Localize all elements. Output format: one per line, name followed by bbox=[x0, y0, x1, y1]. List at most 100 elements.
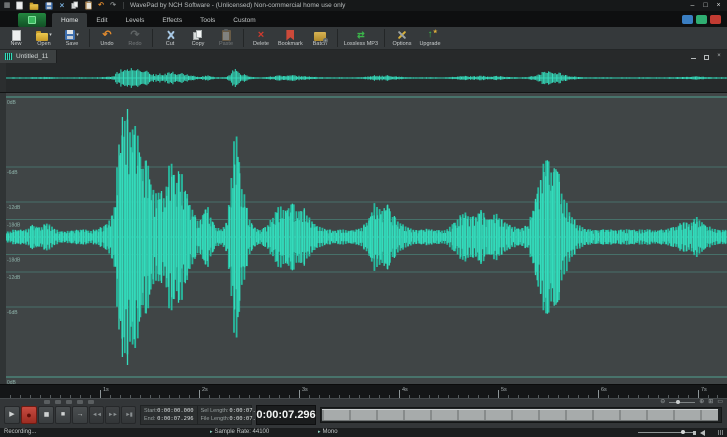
toolbar-separator bbox=[243, 29, 244, 47]
suite-app-icon-blue[interactable] bbox=[682, 15, 693, 24]
end-label: End: bbox=[144, 415, 155, 423]
fast-forward-button[interactable]: ►► bbox=[105, 406, 120, 424]
record-button[interactable]: ● bbox=[21, 406, 37, 424]
ruler-second-label: 4s bbox=[402, 387, 408, 393]
timeline-ruler[interactable]: 1s2s3s4s5s6s7s bbox=[0, 384, 727, 398]
start-label: Start: bbox=[144, 407, 157, 415]
window-title: WavePad by NCH Software - (Unlicensed) N… bbox=[130, 2, 345, 9]
open-file-icon[interactable] bbox=[28, 1, 40, 10]
start-value: 0:00:00.000 bbox=[157, 407, 193, 415]
mini-toolbar-icon[interactable] bbox=[77, 400, 83, 404]
horizontal-scrollbar[interactable] bbox=[320, 407, 722, 423]
cut-button[interactable]: Cut bbox=[156, 27, 184, 49]
zoom-out-icon[interactable]: ⊖ bbox=[660, 399, 665, 406]
tab-effects[interactable]: Effects bbox=[153, 13, 191, 27]
skip-forward-button[interactable]: → bbox=[72, 406, 88, 424]
undo-icon[interactable]: ↶ bbox=[97, 1, 105, 10]
speaker-icon[interactable] bbox=[700, 430, 705, 436]
save-button[interactable]: ▾ Save bbox=[58, 27, 86, 49]
toolbar-separator bbox=[89, 29, 90, 47]
ruler-second-label: 1s bbox=[103, 387, 109, 393]
child-restore-button[interactable] bbox=[702, 53, 710, 60]
transport-controls: ▶ ● ▮▮ ■ → ◄◄ ►► ►▮ bbox=[4, 406, 136, 424]
document-tab-bar: Untitled_11 × bbox=[0, 50, 727, 63]
ruler-second-label: 6s bbox=[601, 387, 607, 393]
rewind-button[interactable]: ◄◄ bbox=[89, 406, 104, 424]
copy-button[interactable]: Copy bbox=[184, 27, 212, 49]
child-minimize-button[interactable] bbox=[689, 53, 697, 60]
options-button[interactable]: Options bbox=[388, 27, 416, 49]
new-button[interactable]: New bbox=[2, 27, 30, 49]
clipboard-icon bbox=[85, 2, 91, 10]
undo-button[interactable]: ↶ Undo bbox=[93, 27, 121, 49]
channels-selector[interactable]: ▸Mono bbox=[318, 428, 338, 437]
separator bbox=[123, 2, 124, 9]
redo-arrow-icon: ↷ bbox=[130, 29, 139, 41]
mini-toolbar-icon[interactable] bbox=[66, 400, 72, 404]
batch-button[interactable]: Batch bbox=[306, 27, 334, 49]
zoom-fit-icon[interactable]: ▭ bbox=[717, 399, 723, 406]
mini-toolbar-icon[interactable] bbox=[44, 400, 50, 404]
title-bar: ▦ × ↶ ↷ WavePad by NCH Software - (Unlic… bbox=[0, 0, 727, 11]
redo-button[interactable]: ↷ Redo bbox=[121, 27, 149, 49]
paste-button[interactable]: Paste bbox=[212, 27, 240, 49]
tab-custom[interactable]: Custom bbox=[224, 13, 264, 27]
tab-home[interactable]: Home bbox=[52, 13, 87, 27]
file-menu-button[interactable] bbox=[18, 13, 46, 27]
toolbar-separator bbox=[152, 29, 153, 47]
dropdown-caret-icon[interactable]: ▾ bbox=[76, 32, 79, 38]
waveform-editor-panel[interactable]: 0dB0dB-6dB-6dB-12dB-12dB-18dB-18dB bbox=[0, 93, 727, 384]
bottom-control-bar: ▶ ● ▮▮ ■ → ◄◄ ►► ►▮ Start:0:00:00.000 En… bbox=[0, 398, 727, 428]
mini-toolbar-icon[interactable] bbox=[55, 400, 61, 404]
maximize-button[interactable]: □ bbox=[699, 1, 712, 10]
document-tab-untitled-11[interactable]: Untitled_11 bbox=[0, 50, 57, 63]
minimize-button[interactable]: – bbox=[686, 1, 699, 10]
tab-levels[interactable]: Levels bbox=[117, 13, 154, 27]
ruler-second-label: 7s bbox=[701, 387, 707, 393]
mini-toolbar-icon[interactable] bbox=[88, 400, 94, 404]
overview-waveform-panel[interactable] bbox=[0, 63, 727, 93]
zoom-slider-knob[interactable] bbox=[676, 400, 680, 404]
delete-button[interactable]: × Delete bbox=[247, 27, 275, 49]
cut-icon[interactable]: × bbox=[58, 1, 66, 10]
main-toolbar: New ▾ Open ▾ Save ↶ Undo ↷ Redo Cut Copy… bbox=[0, 27, 727, 50]
dropdown-caret-icon[interactable]: ▾ bbox=[49, 32, 52, 38]
status-bar: Recording... ▸Sample Rate: 44100 ▸Mono bbox=[0, 428, 727, 437]
child-close-button[interactable]: × bbox=[715, 53, 723, 60]
tab-edit[interactable]: Edit bbox=[87, 13, 116, 27]
resize-grip bbox=[718, 430, 723, 435]
pause-button[interactable]: ▮▮ bbox=[38, 406, 54, 424]
volume-slider[interactable] bbox=[638, 432, 693, 433]
scrollbar-thumb[interactable] bbox=[322, 409, 718, 421]
child-window-buttons: × bbox=[689, 53, 727, 60]
menu-icon[interactable]: ▦ bbox=[3, 1, 11, 10]
open-button[interactable]: ▾ Open bbox=[30, 27, 58, 49]
clipboard-icon bbox=[222, 30, 231, 41]
suite-app-icon-green[interactable] bbox=[696, 15, 707, 24]
window-buttons: – □ × bbox=[686, 1, 727, 10]
zoom-in-icon[interactable]: ⊕ bbox=[699, 399, 704, 406]
svg-text:-18dB: -18dB bbox=[7, 223, 21, 229]
tab-tools[interactable]: Tools bbox=[191, 13, 224, 27]
go-to-end-button[interactable]: ►▮ bbox=[121, 406, 136, 424]
save-file-icon[interactable] bbox=[44, 1, 54, 10]
stop-button[interactable]: ■ bbox=[55, 406, 71, 424]
new-file-icon[interactable] bbox=[15, 1, 24, 10]
scissors-icon bbox=[165, 30, 175, 40]
page-icon bbox=[16, 2, 22, 10]
time-info-panel: Start:0:00:00.000 End:0:00:07.296 Sel Le… bbox=[140, 405, 252, 425]
zoom-selection-icon[interactable]: ⊞ bbox=[708, 399, 713, 406]
suite-app-icon-red[interactable] bbox=[710, 15, 721, 24]
sample-rate-selector[interactable]: ▸Sample Rate: 44100 bbox=[210, 428, 269, 437]
lossless-mp3-button[interactable]: ⇄ Lossless MP3 bbox=[341, 27, 381, 49]
bookmark-button[interactable]: Bookmark bbox=[275, 27, 306, 49]
copy-icon[interactable] bbox=[70, 1, 80, 10]
ruler-major-tick bbox=[299, 390, 300, 398]
paste-icon[interactable] bbox=[84, 1, 93, 10]
close-button[interactable]: × bbox=[712, 1, 725, 10]
volume-knob[interactable] bbox=[681, 430, 685, 434]
zoom-slider[interactable] bbox=[669, 402, 695, 403]
redo-icon[interactable]: ↷ bbox=[109, 1, 117, 10]
play-button[interactable]: ▶ bbox=[4, 406, 20, 424]
upgrade-button[interactable]: ↑★ Upgrade bbox=[416, 27, 444, 49]
